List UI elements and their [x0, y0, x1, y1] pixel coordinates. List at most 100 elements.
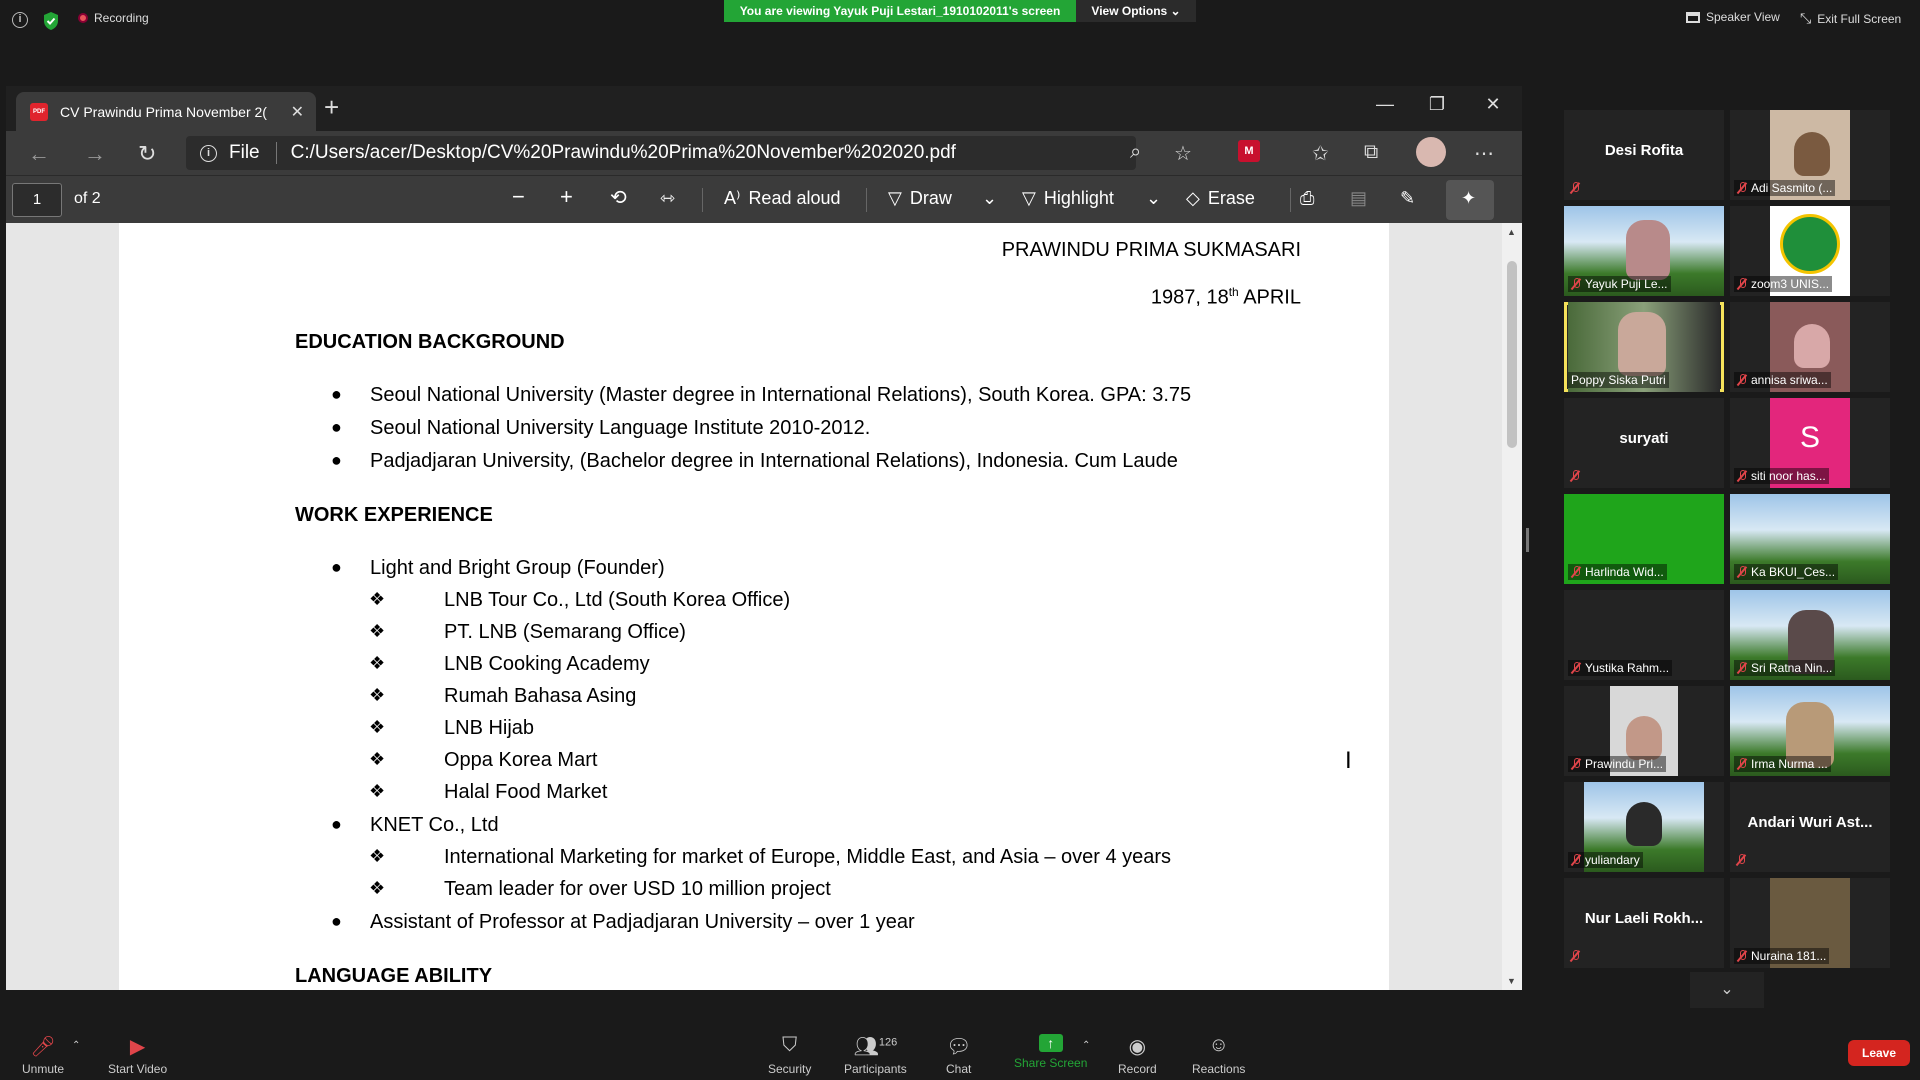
participant-tile[interactable]: Adi Sasmito (... [1730, 110, 1890, 200]
participant-tile[interactable]: Yustika Rahm... [1564, 590, 1724, 680]
pin-toolbar-button[interactable]: ✦ [1446, 180, 1494, 220]
minimize-button[interactable]: — [1370, 94, 1400, 115]
draw-options-chevron-icon[interactable]: ⌄ [982, 188, 997, 209]
view-options-button[interactable]: View Options ⌄ [1076, 0, 1196, 22]
dob-ordinal: th [1228, 285, 1239, 299]
share-options-chevron-icon[interactable]: ⌃ [1082, 1040, 1090, 1051]
participant-name: suryati [1619, 430, 1669, 447]
close-window-button[interactable]: ✕ [1478, 94, 1508, 115]
participant-label: Poppy Siska Putri [1568, 372, 1669, 388]
participant-tile[interactable]: Prawindu Pri... [1564, 686, 1724, 776]
highlight-button[interactable]: ▽ Highlight [1022, 188, 1114, 209]
start-video-button[interactable]: ▶︎ Start Video [108, 1034, 167, 1076]
person-figure [1626, 220, 1670, 280]
participant-tile[interactable]: Andari Wuri Ast... [1730, 782, 1890, 872]
chat-icon: 💬︎ [946, 1036, 972, 1058]
forward-icon[interactable]: → [84, 141, 106, 167]
site-info-icon[interactable]: i [200, 144, 217, 162]
participant-tile-active-speaker[interactable]: Poppy Siska Putri [1564, 302, 1724, 392]
education-heading: EDUCATION BACKGROUND [295, 331, 565, 353]
refresh-icon[interactable]: ↻ [138, 141, 156, 167]
meeting-info-icon[interactable]: i [12, 12, 28, 28]
restore-button[interactable]: ❐ [1422, 94, 1452, 115]
zoom-icon[interactable]: ⌕ [1130, 141, 1141, 164]
dob-month: APRIL [1238, 286, 1301, 309]
fit-page-icon[interactable]: ⇿ [660, 188, 675, 209]
gallery-next-page-chevron-icon[interactable]: ⌄ [1690, 972, 1764, 1008]
close-tab-icon[interactable]: ✕ [291, 102, 304, 122]
extension-icon[interactable]: M [1238, 140, 1260, 162]
sub-list-item: ❖ LNB Cooking Academy [369, 653, 650, 676]
participant-tile[interactable]: Desi Rofita [1564, 110, 1724, 200]
bullet-icon: ● [331, 384, 342, 404]
exit-full-screen-button[interactable]: ⤡ Exit Full Screen [1800, 10, 1901, 27]
mic-muted-icon [1737, 470, 1747, 482]
list-item: ● Light and Bright Group (Founder) [295, 557, 665, 580]
pdf-toolbar: 1 of 2 − + ⟲ ⇿ A⁾ Read aloud ▽ Draw ⌄ ▽ … [6, 175, 1522, 223]
share-screen-button[interactable]: ↑ Share Screen [1014, 1034, 1087, 1070]
back-icon[interactable]: ← [28, 141, 50, 167]
highlight-options-chevron-icon[interactable]: ⌄ [1146, 188, 1161, 209]
participant-tile[interactable]: Irma Nurma ... [1730, 686, 1890, 776]
scroll-up-icon[interactable]: ▲ [1507, 227, 1516, 237]
erase-button[interactable]: ◇ Erase [1186, 188, 1255, 209]
recording-indicator[interactable]: Recording [78, 11, 149, 25]
unmute-button[interactable]: 🎤︎ Unmute [22, 1034, 64, 1076]
record-button[interactable]: ◉ Record [1118, 1034, 1157, 1076]
tab-cv-pdf[interactable]: PDF CV Prawindu Prima November 2( ✕ [16, 92, 316, 131]
profile-avatar[interactable] [1416, 137, 1446, 167]
gallery-resize-handle[interactable] [1526, 528, 1529, 552]
chat-button[interactable]: 💬︎ Chat [946, 1034, 971, 1076]
scrollbar-thumb[interactable] [1507, 261, 1517, 448]
zoom-in-icon[interactable]: + [560, 184, 573, 210]
zoom-out-icon[interactable]: − [512, 184, 525, 210]
erase-label: Erase [1207, 188, 1255, 208]
participant-tile[interactable]: Yayuk Puji Le... [1564, 206, 1724, 296]
participant-tile[interactable]: Nuraina 181... [1730, 878, 1890, 968]
participant-label: Harlinda Wid... [1568, 564, 1667, 580]
audio-options-chevron-icon[interactable]: ⌃ [72, 1040, 80, 1051]
save-icon[interactable]: ▤ [1350, 188, 1367, 209]
participant-tile[interactable]: Ka BKUI_Ces... [1730, 494, 1890, 584]
person-figure [1618, 312, 1666, 376]
favorites-icon[interactable]: ✩ [1312, 141, 1329, 166]
participant-tile[interactable]: annisa sriwa... [1730, 302, 1890, 392]
pdf-viewer[interactable]: PRAWINDU PRIMA SUKMASARI 1987, 18th APRI… [6, 223, 1502, 990]
reactions-button[interactable]: ☺ Reactions [1192, 1034, 1245, 1076]
cv-name: PRAWINDU PRIMA SUKMASARI [1001, 239, 1301, 261]
save-as-icon[interactable]: ✎ [1400, 188, 1415, 209]
more-options-icon[interactable]: ⋯ [1474, 141, 1494, 166]
read-aloud-button[interactable]: A⁾ Read aloud [724, 188, 841, 209]
security-button[interactable]: ⛉ Security [768, 1034, 811, 1076]
participants-button[interactable]: 👥︎126 Participants [844, 1034, 907, 1076]
leave-button[interactable]: Leave [1848, 1040, 1910, 1066]
highlight-icon: ▽ [1022, 188, 1036, 208]
record-label: Record [1118, 1062, 1157, 1076]
speaker-view-button[interactable]: Speaker View [1686, 10, 1780, 24]
pdf-scrollbar[interactable]: ▲ ▼ [1502, 223, 1522, 990]
rotate-icon[interactable]: ⟲ [610, 185, 627, 210]
draw-button[interactable]: ▽ Draw [888, 188, 952, 209]
participant-label: Irma Nurma ... [1734, 756, 1831, 772]
print-icon[interactable]: ⎙ [1300, 188, 1314, 209]
edu-item-text: Seoul National University (Master degree… [370, 384, 1192, 406]
address-field[interactable]: i File C:/Users/acer/Desktop/CV%20Prawin… [186, 136, 1136, 170]
scroll-down-icon[interactable]: ▼ [1507, 976, 1516, 986]
new-tab-button[interactable]: + [324, 92, 339, 123]
participant-tile[interactable]: S siti noor has... [1730, 398, 1890, 488]
participant-label: zoom3 UNIS... [1734, 276, 1833, 292]
collections-icon[interactable]: ⧉ [1364, 141, 1378, 164]
participant-tile[interactable]: zoom3 UNIS... [1730, 206, 1890, 296]
participant-tile[interactable]: Sri Ratna Nin... [1730, 590, 1890, 680]
speaker-view-icon [1686, 11, 1700, 23]
participant-tile[interactable]: suryati [1564, 398, 1724, 488]
favorite-star-icon[interactable]: ☆ [1174, 141, 1192, 166]
page-number-input[interactable]: 1 [12, 183, 62, 217]
participant-tile[interactable]: yuliandary [1564, 782, 1724, 872]
person-figure [1794, 324, 1830, 368]
address-separator [275, 142, 277, 164]
participant-tile[interactable]: Harlinda Wid... [1564, 494, 1724, 584]
encryption-shield-icon[interactable] [42, 11, 60, 31]
address-bar-row: ← → ↻ i File C:/Users/acer/Desktop/CV%20… [6, 131, 1522, 175]
participant-tile[interactable]: Nur Laeli Rokh... [1564, 878, 1724, 968]
